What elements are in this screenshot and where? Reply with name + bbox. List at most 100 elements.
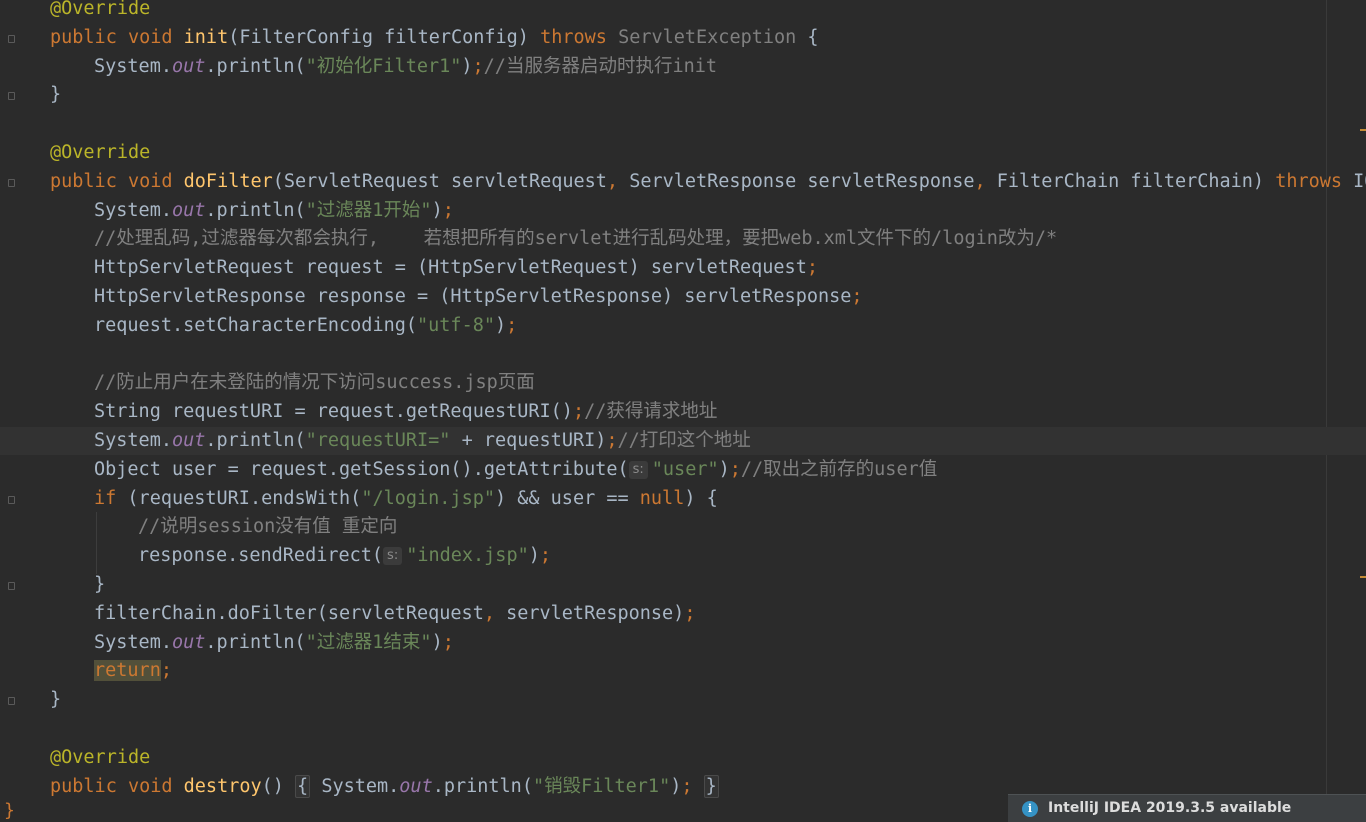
code-text: } [50, 81, 61, 109]
fold-icon[interactable] [8, 582, 15, 590]
code-token: () [261, 775, 296, 797]
code-token: } [50, 689, 62, 711]
code-text: //防止用户在未登陆的情况下访问success.jsp页面 [94, 369, 535, 397]
code-text: @Override [50, 0, 150, 23]
code-text: if (requestURI.endsWith("/login.jsp") &&… [94, 485, 718, 513]
code-editor[interactable]: @Override public void init(FilterConfig f… [0, 0, 1366, 821]
code-token: IOE [1353, 170, 1366, 192]
code-token: ; [539, 545, 552, 567]
code-token: "过滤器1开始" [305, 199, 432, 221]
code-token: .println( [205, 199, 306, 221]
code-token: throws [540, 26, 619, 48]
fold-icon[interactable] [8, 495, 15, 504]
code-token: System. [94, 55, 172, 77]
code-token: throws [1275, 170, 1354, 192]
code-token: out [171, 430, 206, 451]
code-token: ; [472, 55, 484, 77]
code-token: ; [684, 602, 696, 624]
code-token: , [974, 170, 997, 192]
code-token: Object user = request.getSession().getAt… [94, 458, 629, 480]
code-text: System.out.println("requestURI=" + reque… [94, 427, 751, 455]
code-line[interactable]: System.out.println("requestURI=" + reque… [0, 427, 1366, 455]
code-token: .println( [205, 430, 306, 451]
code-text: request.setCharacterEncoding("utf-8"); [94, 312, 517, 340]
code-text: response.sendRedirect(s: "index.jsp"); [138, 542, 551, 570]
code-token: ; [606, 430, 618, 451]
code-text: String requestURI = request.getRequestUR… [94, 398, 717, 426]
notification-text[interactable]: IntelliJ IDEA 2019.3.5 available [1048, 800, 1291, 816]
fold-icon[interactable] [8, 92, 15, 101]
code-text: System.out.println("过滤器1结束"); [94, 629, 454, 657]
code-token: ; [806, 257, 818, 279]
fold-icon[interactable] [8, 697, 15, 706]
code-token: filterChain.doFilter(servletRequest [94, 602, 484, 624]
code-token: request.setCharacterEncoding( [94, 314, 418, 336]
code-token: (FilterConfig filterConfig) [228, 26, 541, 48]
code-token: "/login.jsp" [361, 487, 495, 509]
code-text: Object user = request.getSession().getAt… [94, 456, 937, 484]
code-token: //打印这个地址 [617, 430, 751, 451]
code-token: .println( [205, 631, 306, 653]
code-token: , [606, 170, 630, 192]
code-token: System. [94, 631, 172, 653]
code-token: + requestURI) [450, 430, 607, 451]
error-stripe-marker[interactable] [1360, 576, 1366, 578]
code-text: System.out.println("过滤器1开始"); [94, 197, 454, 225]
code-token: (requestURI.endsWith( [127, 487, 362, 509]
code-token: ) [528, 545, 540, 567]
code-token: ) [431, 199, 443, 221]
code-text: } [50, 686, 61, 714]
code-token: @Override [50, 746, 151, 768]
code-token: //当服务器启动时执行init [483, 55, 718, 77]
code-token: ; [681, 775, 693, 797]
code-token: servletResponse) [506, 602, 685, 624]
code-token: @Override [50, 142, 151, 163]
code-token: .println( [432, 775, 533, 797]
code-token: "user" [651, 458, 719, 480]
code-text: @Override [50, 744, 150, 772]
right-margin-guide [1326, 0, 1327, 821]
code-token: "index.jsp" [406, 545, 529, 567]
code-token: ; [442, 199, 454, 221]
code-token: out [171, 55, 206, 77]
code-token: ) [461, 55, 473, 77]
code-text: HttpServletRequest request = (HttpServle… [94, 254, 818, 282]
code-token: response.sendRedirect( [138, 545, 384, 567]
code-text: } [94, 571, 105, 599]
code-text: return; [94, 657, 172, 685]
code-token: HttpServletRequest request = (HttpServle… [94, 257, 807, 279]
code-token: FilterChain filterChain) [996, 170, 1276, 192]
code-text: filterChain.doFilter(servletRequest, ser… [94, 600, 695, 628]
fold-icon[interactable] [8, 34, 15, 43]
code-token: ServletException [618, 26, 808, 48]
fold-icon[interactable] [8, 178, 15, 187]
update-notification[interactable]: i IntelliJ IDEA 2019.3.5 available [1008, 794, 1366, 822]
parameter-hint: s: [628, 460, 648, 479]
code-text: public void init(FilterConfig filterConf… [50, 24, 819, 52]
code-text: System.out.println("初始化Filter1");//当服务器启… [94, 53, 717, 81]
code-token: public void [50, 775, 184, 797]
code-token: HttpServletResponse response = (HttpServ… [94, 286, 852, 307]
code-token: ) { [684, 487, 718, 509]
code-token: //处理乱码,过滤器每次都会执行, 若想把所有的servlet进行乱码处理，要把… [94, 228, 1058, 250]
closing-brace-marker: } [4, 800, 15, 821]
code-token: } [50, 84, 62, 106]
editor-gutter[interactable] [0, 0, 36, 821]
code-token: ; [729, 458, 741, 480]
code-text: HttpServletResponse response = (HttpServ… [94, 283, 863, 311]
code-token: { [295, 774, 311, 798]
code-token: "初始化Filter1" [305, 55, 462, 77]
code-token: "requestURI=" [305, 430, 451, 451]
code-text: //说明session没有值 重定向 [138, 513, 397, 541]
code-token: "过滤器1结束" [305, 631, 432, 653]
indent-guide [96, 512, 97, 574]
code-token: System. [94, 199, 172, 221]
code-text: //处理乱码,过滤器每次都会执行, 若想把所有的servlet进行乱码处理，要把… [94, 225, 1057, 253]
code-token: { [807, 26, 819, 48]
code-token: String requestURI = request.getRequestUR… [94, 401, 573, 423]
code-token: ; [506, 314, 518, 336]
code-token: ) [494, 314, 507, 336]
code-token: out [171, 631, 206, 653]
code-token: @Override [50, 0, 151, 19]
error-stripe-marker[interactable] [1360, 129, 1366, 131]
